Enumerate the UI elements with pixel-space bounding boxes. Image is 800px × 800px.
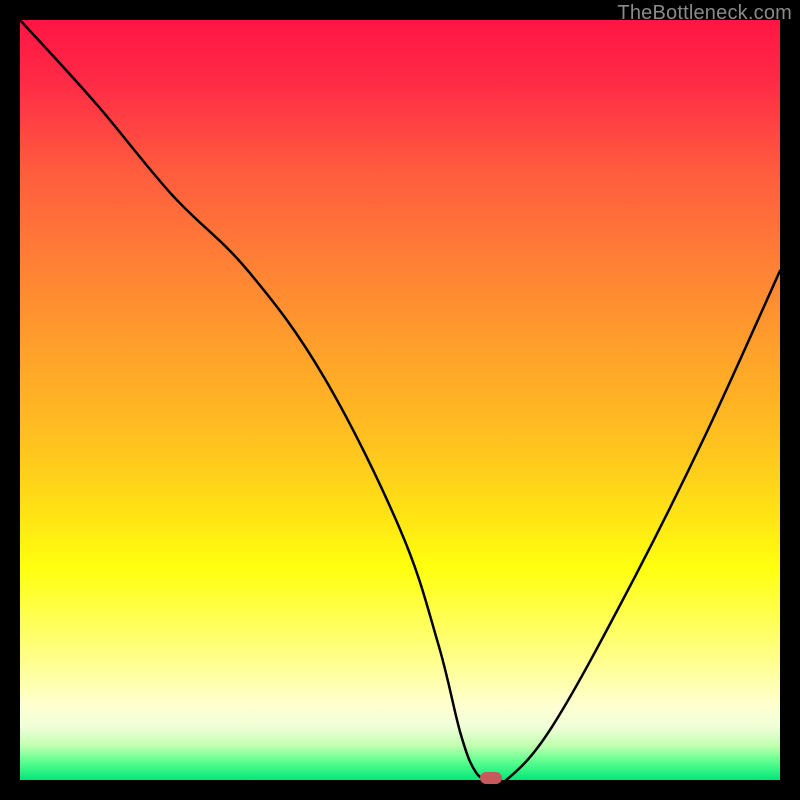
optimal-marker <box>480 772 502 784</box>
plot-area <box>20 20 780 780</box>
chart-container: TheBottleneck.com <box>0 0 800 800</box>
bottleneck-curve <box>20 20 780 780</box>
